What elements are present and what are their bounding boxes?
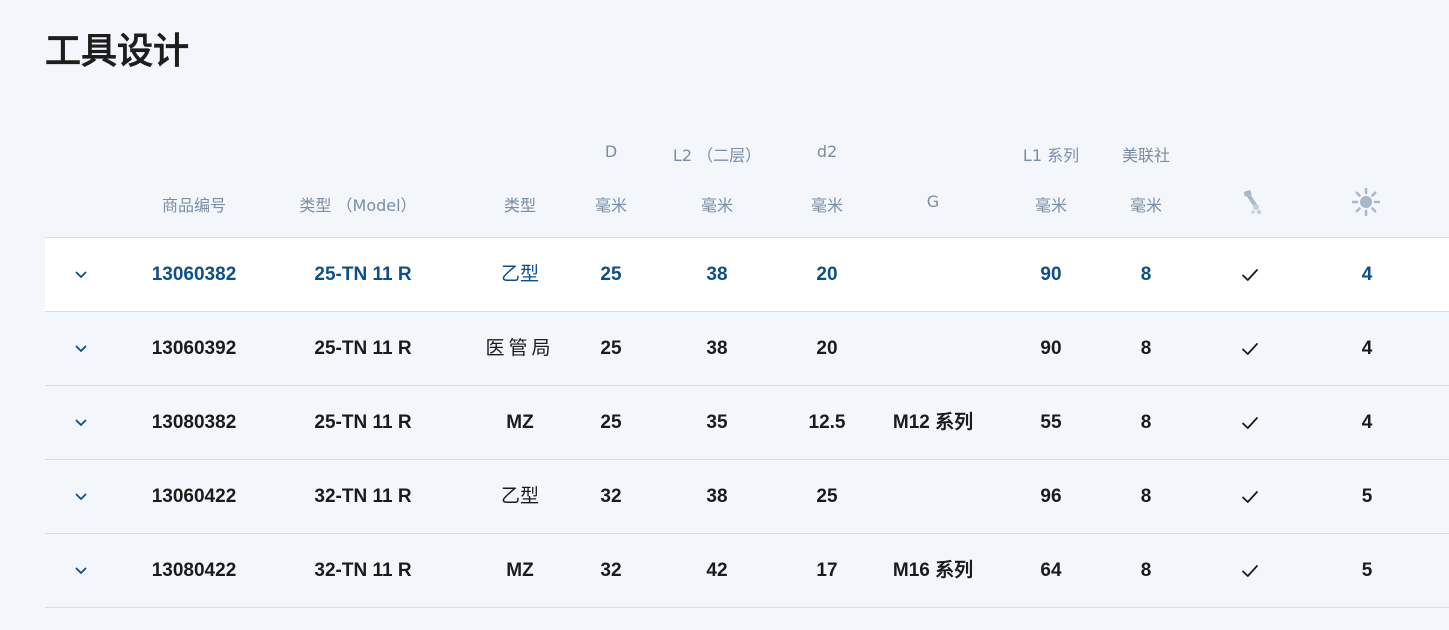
- header-d-top: D: [604, 142, 618, 161]
- model-cell: 25-TN 11 R: [314, 264, 412, 285]
- z-cell: 8: [1140, 264, 1152, 285]
- model-cell: 32-TN 11 R: [314, 486, 412, 507]
- header-d2-top: d2: [816, 142, 838, 161]
- d2-cell: 25: [816, 486, 838, 507]
- table-row[interactable]: 13060422 32-TN 11 R 乙型 32 38 25 96 8 5: [45, 460, 1449, 534]
- part-number-cell: 13080382: [151, 412, 237, 433]
- chevron-down-icon[interactable]: [71, 386, 91, 459]
- d2-cell: 17: [816, 560, 838, 581]
- l1-cell: 96: [1040, 486, 1062, 507]
- part-number-cell: 13060382: [151, 264, 237, 285]
- check-icon: [1241, 312, 1259, 385]
- l2-cell: 42: [706, 560, 728, 581]
- type-cell: 乙型: [500, 485, 540, 507]
- table-row[interactable]: 13060392 25-TN 11 R 医管局 25 38 20 90 8 4: [45, 312, 1449, 386]
- type-cell: 乙型: [500, 263, 540, 285]
- header-model[interactable]: 类型 （Model）: [299, 192, 416, 216]
- part-number-cell: 13080422: [151, 560, 237, 581]
- page-title: 工具设计: [45, 31, 190, 72]
- d2-cell: 12.5: [808, 412, 846, 433]
- sun-icon[interactable]: [1351, 187, 1381, 220]
- table-row[interactable]: 13060382 25-TN 11 R 乙型 25 38 20 90 8 4: [45, 238, 1449, 312]
- header-z-unit[interactable]: 毫米: [1130, 192, 1162, 216]
- chevron-down-icon[interactable]: [71, 238, 91, 311]
- part-number-cell: 13060392: [151, 338, 237, 359]
- header-l1-unit[interactable]: 毫米: [1035, 192, 1067, 216]
- l1-cell: 55: [1040, 412, 1062, 433]
- z-cell: 8: [1140, 412, 1152, 433]
- l1-cell: 90: [1040, 338, 1062, 359]
- header-part-no[interactable]: 商品编号: [162, 192, 226, 216]
- header-l1-top: L1 系列: [1022, 146, 1080, 165]
- check-icon: [1241, 386, 1259, 459]
- l2-cell: 38: [706, 264, 728, 285]
- header-g[interactable]: G: [927, 192, 939, 211]
- part-number-cell: 13060422: [151, 486, 237, 507]
- header-type[interactable]: 类型: [504, 192, 536, 216]
- header-l2-unit[interactable]: 毫米: [701, 192, 733, 216]
- l1-cell: 90: [1040, 264, 1062, 285]
- d-cell: 25: [600, 264, 622, 285]
- z-cell: 8: [1140, 560, 1152, 581]
- chevron-down-icon[interactable]: [71, 312, 91, 385]
- l2-cell: 35: [706, 412, 728, 433]
- check-icon: [1241, 460, 1259, 533]
- tool-table: D L2 （二层） d2 L1 系列 美联社 商品编号 类型 （Model） 类…: [45, 130, 1449, 608]
- chevron-down-icon[interactable]: [71, 460, 91, 533]
- table-header: D L2 （二层） d2 L1 系列 美联社 商品编号 类型 （Model） 类…: [45, 130, 1449, 238]
- header-z-top: 美联社: [1121, 146, 1171, 165]
- d-cell: 25: [600, 412, 622, 433]
- z-cell: 8: [1140, 486, 1152, 507]
- type-cell: MZ: [506, 412, 534, 433]
- check-icon: [1241, 534, 1259, 607]
- chevron-down-icon[interactable]: [71, 534, 91, 607]
- z-cell: 8: [1140, 338, 1152, 359]
- l2-cell: 38: [706, 486, 728, 507]
- model-cell: 25-TN 11 R: [314, 412, 412, 433]
- g-cell: M16 系列: [892, 560, 974, 581]
- d-cell: 32: [600, 486, 622, 507]
- type-cell: 医管局: [485, 337, 555, 359]
- d2-cell: 20: [816, 338, 838, 359]
- coolant-icon[interactable]: [1242, 188, 1264, 222]
- table-row[interactable]: 13080422 32-TN 11 R MZ 32 42 17 M16 系列 64 8 5: [45, 534, 1449, 608]
- speed-cell: 4: [1361, 412, 1373, 433]
- speed-cell: 4: [1361, 264, 1373, 285]
- model-cell: 25-TN 11 R: [314, 338, 412, 359]
- type-cell: MZ: [506, 560, 534, 581]
- speed-cell: 5: [1361, 560, 1373, 581]
- d-cell: 25: [600, 338, 622, 359]
- speed-cell: 5: [1361, 486, 1373, 507]
- d2-cell: 20: [816, 264, 838, 285]
- header-d2-unit[interactable]: 毫米: [811, 192, 843, 216]
- l1-cell: 64: [1040, 560, 1062, 581]
- header-l2-top: L2 （二层）: [672, 146, 762, 165]
- table-body: 13060382 25-TN 11 R 乙型 25 38 20 90 8 4 13060392 25…: [45, 238, 1449, 608]
- model-cell: 32-TN 11 R: [314, 560, 412, 581]
- speed-cell: 4: [1361, 338, 1373, 359]
- l2-cell: 38: [706, 338, 728, 359]
- table-row[interactable]: 13080382 25-TN 11 R MZ 25 35 12.5 M12 系列 55 8 4: [45, 386, 1449, 460]
- check-icon: [1241, 238, 1259, 311]
- g-cell: M12 系列: [892, 412, 974, 433]
- header-d-unit[interactable]: 毫米: [595, 192, 627, 216]
- d-cell: 32: [600, 560, 622, 581]
